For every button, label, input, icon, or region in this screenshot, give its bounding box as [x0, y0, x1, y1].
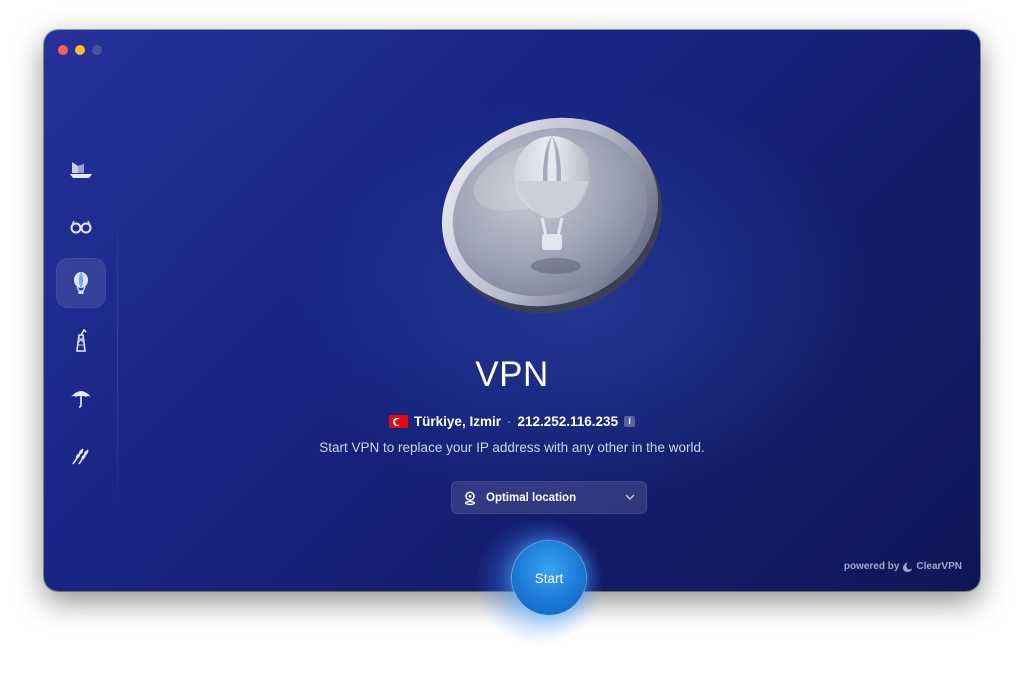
page-title: VPN: [475, 355, 549, 394]
window-controls: [58, 45, 102, 55]
location-pin-icon: [464, 490, 476, 505]
balloon-icon: [74, 272, 88, 294]
separator: ·: [506, 414, 512, 429]
tower-icon: [76, 328, 87, 352]
zoom-window-button[interactable]: [92, 45, 102, 55]
sidebar-item-glasses[interactable]: [56, 201, 106, 251]
close-window-button[interactable]: [58, 45, 68, 55]
sidebar-item-vpn[interactable]: [56, 258, 106, 308]
powered-by-label: powered by: [843, 561, 900, 572]
location-name: Türkiye, Izmir: [413, 414, 501, 429]
brand-name: ClearVPN: [916, 561, 962, 572]
ship-icon: [70, 162, 92, 178]
app-window: VPN Türkiye, Izmir · 212.252.116.235 i S…: [44, 30, 980, 591]
current-location: Türkiye, Izmir · 212.252.116.235 i: [44, 414, 980, 429]
sidebar-item-ship[interactable]: [56, 144, 106, 194]
location-select-value: Optimal location: [486, 491, 577, 504]
powered-by: powered by ClearVPN: [844, 561, 962, 572]
description-text: Start VPN to replace your IP address wit…: [319, 440, 705, 455]
location-select[interactable]: Optimal location: [451, 481, 647, 514]
ip-address: 212.252.116.235: [517, 414, 619, 429]
info-icon[interactable]: i: [624, 416, 636, 427]
glasses-icon: [70, 220, 92, 234]
turkey-flag-icon: [388, 415, 408, 428]
start-button[interactable]: Start: [512, 541, 586, 615]
hot-air-balloon-coin-icon: [441, 117, 663, 314]
minimize-window-button[interactable]: [75, 45, 85, 55]
chevron-down-icon: [625, 494, 635, 500]
sidebar: [56, 144, 106, 486]
clearvpn-logo-icon: [903, 561, 913, 572]
